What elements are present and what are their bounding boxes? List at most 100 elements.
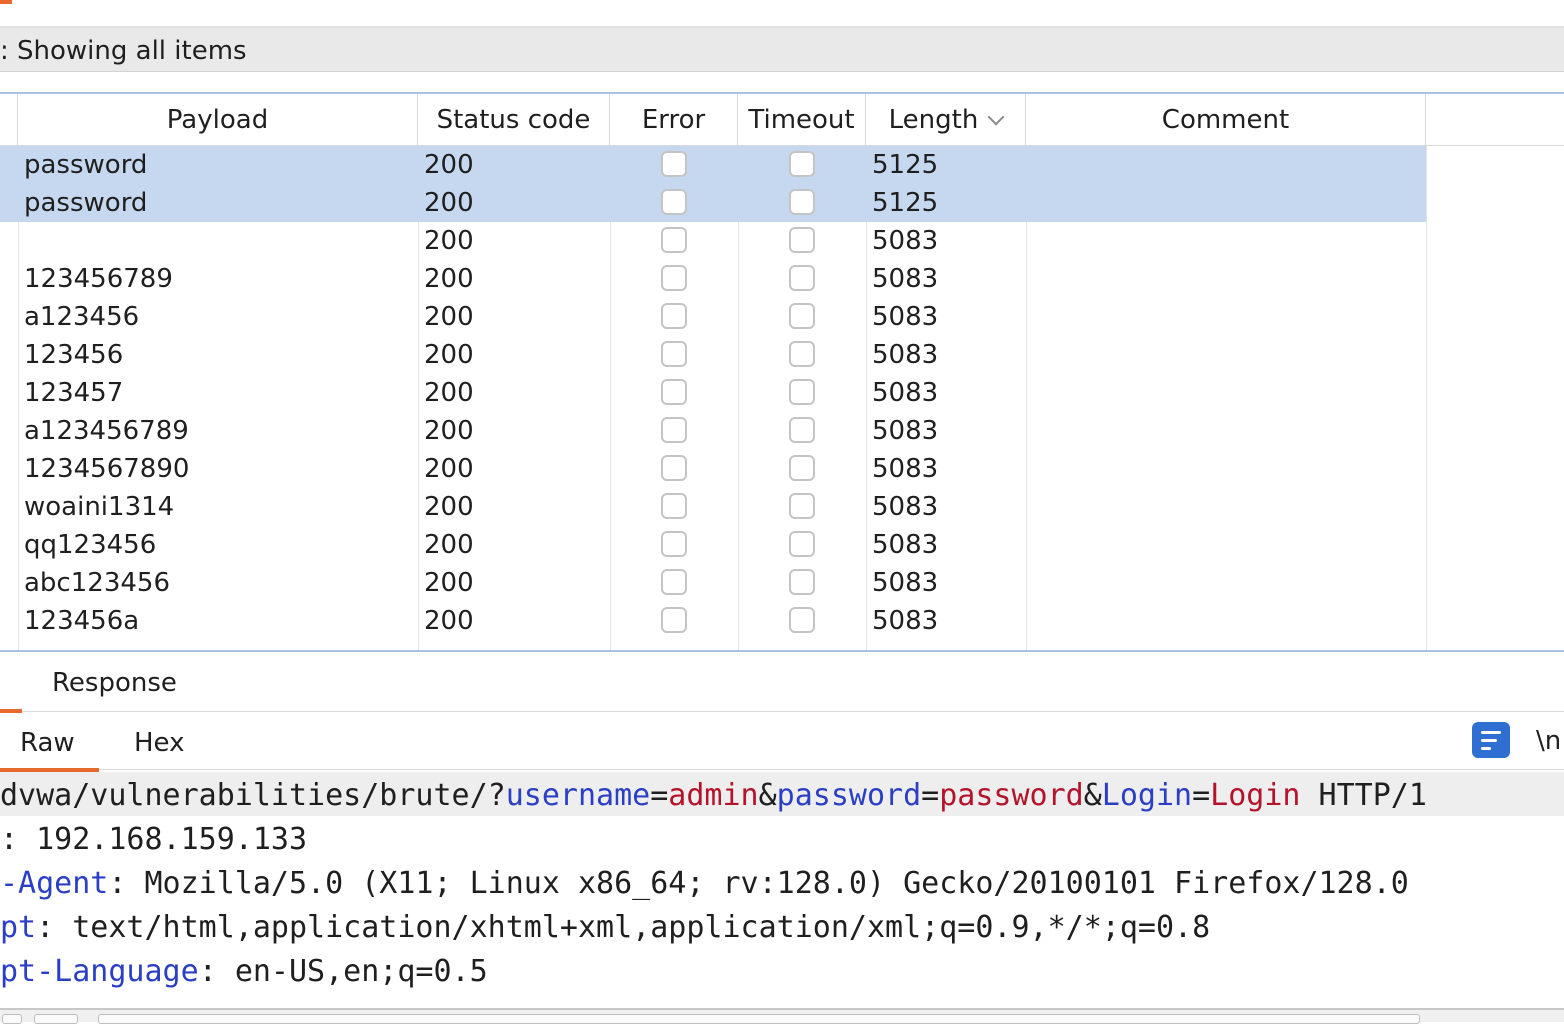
tab-response[interactable]: Response — [52, 668, 177, 698]
table-row[interactable]: password 200 5125 — [0, 146, 1426, 184]
error-checkbox[interactable] — [661, 303, 687, 329]
scroll-thumb[interactable] — [98, 1014, 1420, 1024]
param-key: password — [776, 778, 922, 813]
subtab-raw[interactable]: Raw — [0, 728, 99, 772]
header-payload[interactable]: Payload — [18, 94, 418, 146]
header-sep: : — [198, 954, 235, 989]
header-line-accept-language: pt-Language: en-US,en;q=0.5 — [0, 950, 488, 994]
header-timeout[interactable]: Timeout — [738, 94, 866, 146]
error-checkbox[interactable] — [661, 227, 687, 253]
status-code-cell: 200 — [424, 492, 474, 522]
status-code-cell: 200 — [424, 150, 474, 180]
timeout-checkbox[interactable] — [789, 265, 815, 291]
timeout-checkbox[interactable] — [789, 341, 815, 367]
timeout-checkbox[interactable] — [789, 417, 815, 443]
param-eq: = — [921, 778, 940, 813]
scroll-left-button[interactable] — [2, 1014, 22, 1024]
request-editor[interactable]: dvwa/vulnerabilities/brute/?username=adm… — [0, 772, 1564, 1008]
payload-cell: woaini1314 — [24, 492, 175, 522]
response-tab-bar: Response — [0, 656, 1564, 713]
length-cell: 5083 — [872, 492, 939, 522]
table-header: Payload Status code Error Timeout Length… — [0, 94, 1564, 146]
header-line-accept: pt: text/html,application/xhtml+xml,appl… — [0, 906, 1210, 950]
table-row[interactable]: woaini1314 200 5083 — [0, 488, 1564, 526]
table-row[interactable]: a123456 200 5083 — [0, 298, 1564, 336]
table-row[interactable]: 1234567890 200 5083 — [0, 450, 1564, 488]
header-status-code[interactable]: Status code — [418, 94, 610, 146]
payload-cell: 123456a — [24, 606, 140, 636]
length-cell: 5083 — [872, 530, 939, 560]
error-checkbox[interactable] — [661, 151, 687, 177]
table-row[interactable]: 123456789 200 5083 — [0, 260, 1564, 298]
top-tab-strip — [0, 0, 1564, 28]
header-sep: : — [0, 822, 37, 857]
horizontal-scrollbar[interactable] — [0, 1008, 1564, 1024]
header-error[interactable]: Error — [610, 94, 738, 146]
error-checkbox[interactable] — [661, 417, 687, 443]
timeout-checkbox[interactable] — [789, 379, 815, 405]
param-sep: & — [1083, 778, 1102, 813]
timeout-checkbox[interactable] — [789, 227, 815, 253]
wrap-icon-line — [1481, 747, 1491, 750]
show-newlines-button[interactable]: \n — [1536, 726, 1561, 756]
table-row[interactable]: abc123456 200 5083 — [0, 564, 1564, 602]
results-table[interactable]: Payload Status code Error Timeout Length… — [0, 92, 1564, 652]
timeout-checkbox[interactable] — [789, 493, 815, 519]
status-code-cell: 200 — [424, 454, 474, 484]
table-row[interactable]: 123457 200 5083 — [0, 374, 1564, 412]
header-value: text/html,application/xhtml+xml,applicat… — [72, 910, 1211, 945]
param-sep: & — [758, 778, 777, 813]
timeout-checkbox[interactable] — [789, 189, 815, 215]
filter-bar[interactable]: : Showing all items — [0, 28, 1564, 72]
error-checkbox[interactable] — [661, 189, 687, 215]
param-eq: = — [650, 778, 669, 813]
header-comment[interactable]: Comment — [1026, 94, 1426, 146]
length-cell: 5083 — [872, 226, 939, 256]
error-checkbox[interactable] — [661, 531, 687, 557]
length-cell: 5083 — [872, 340, 939, 370]
status-code-cell: 200 — [424, 302, 474, 332]
error-checkbox[interactable] — [661, 265, 687, 291]
error-checkbox[interactable] — [661, 341, 687, 367]
table-row[interactable]: qq123456 200 5083 — [0, 526, 1564, 564]
table-row[interactable]: password 200 5125 — [0, 184, 1426, 222]
error-checkbox[interactable] — [661, 607, 687, 633]
status-code-cell: 200 — [424, 264, 474, 294]
response-tab-accent — [0, 709, 22, 713]
payload-cell: a123456 — [24, 302, 140, 332]
table-row[interactable]: 123456 200 5083 — [0, 336, 1564, 374]
payload-cell: 123456 — [24, 340, 124, 370]
timeout-checkbox[interactable] — [789, 531, 815, 557]
header-key: pt-Language — [0, 954, 199, 989]
param-key: username — [505, 778, 651, 813]
wrap-icon-line — [1481, 731, 1501, 734]
error-checkbox[interactable] — [661, 455, 687, 481]
subtab-hex[interactable]: Hex — [134, 728, 184, 758]
length-cell: 5083 — [872, 568, 939, 598]
error-checkbox[interactable] — [661, 493, 687, 519]
header-length[interactable]: Length — [866, 94, 1026, 146]
timeout-checkbox[interactable] — [789, 569, 815, 595]
timeout-checkbox[interactable] — [789, 607, 815, 633]
timeout-checkbox[interactable] — [789, 455, 815, 481]
timeout-checkbox[interactable] — [789, 151, 815, 177]
status-code-cell: 200 — [424, 378, 474, 408]
payload-cell: 1234567890 — [24, 454, 190, 484]
length-cell: 5083 — [872, 378, 939, 408]
error-checkbox[interactable] — [661, 569, 687, 595]
error-checkbox[interactable] — [661, 379, 687, 405]
status-code-cell: 200 — [424, 416, 474, 446]
status-code-cell: 200 — [424, 188, 474, 218]
word-wrap-button[interactable] — [1472, 722, 1510, 758]
timeout-checkbox[interactable] — [789, 303, 815, 329]
payload-cell: qq123456 — [24, 530, 157, 560]
length-cell: 5083 — [872, 454, 939, 484]
row-number-header[interactable] — [0, 94, 18, 146]
scroll-button[interactable] — [34, 1014, 78, 1024]
table-row[interactable]: 200 5083 — [0, 222, 1564, 260]
param-key: Login — [1101, 778, 1193, 813]
payload-cell: password — [24, 150, 148, 180]
header-value: 192.168.159.133 — [36, 822, 308, 857]
table-row[interactable]: a123456789 200 5083 — [0, 412, 1564, 450]
table-row[interactable]: 123456a 200 5083 — [0, 602, 1564, 640]
